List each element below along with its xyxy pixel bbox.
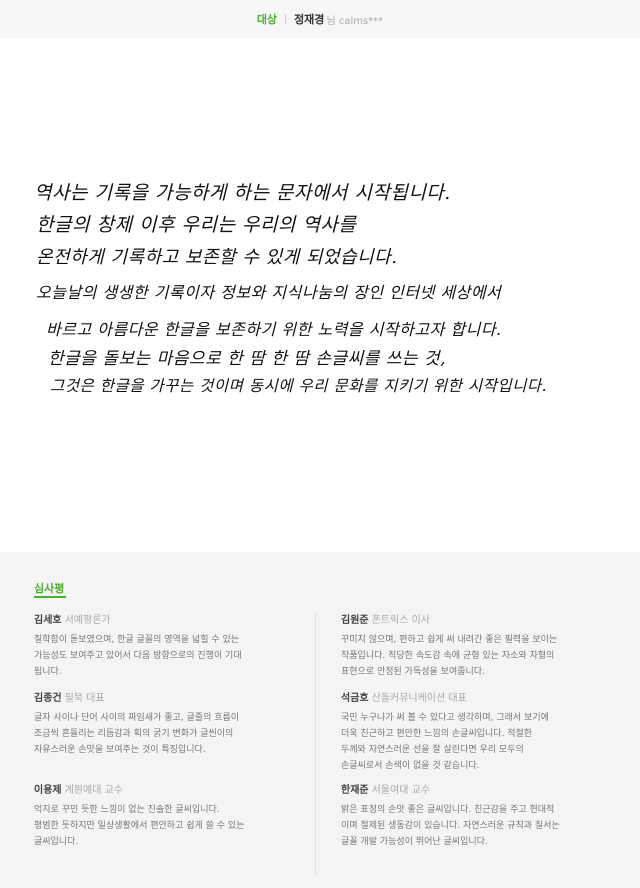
judge-role: 산돌커뮤니케이션 대표 [371,693,467,704]
judge-role: 서울여대 교수 [371,785,430,796]
header-bar: 대상 정재경 님 calms*** [0,0,640,38]
review-title: 심사평 [34,582,65,595]
judge-name: 김원준 [341,615,369,626]
review-text: 이며 절제된 생동감이 있습니다. 자연스러운 규칙과 질서는 [341,821,560,831]
review-text: 글꼴 개발 가능성이 뛰어난 글씨입니다. [341,837,488,847]
handwriting-line: 역사는 기록을 가능하게 하는 문자에서 시작됩니다. [34,182,451,204]
handwriting-panel: 역사는 기록을 가능하게 하는 문자에서 시작됩니다. 한글의 창제 이후 우리… [0,38,640,552]
review-text: 칠학함이 돋보였으며, 한글 글꼴의 영역을 넓힐 수 있는 [34,635,240,645]
award-label: 대상 [256,13,278,26]
judge-role: 폰트릭스 이사 [371,615,430,626]
header-divider [285,14,287,24]
handwriting-line: 오늘날의 생생한 기록이자 정보와 지식나눔의 장인 인터넷 세상에서 [36,283,502,302]
winner-name: 정재경 [294,13,325,26]
judge-role: 서예평론가 [64,615,111,626]
judge-review: 이용제 계원예대 교수 억지로 꾸민 듯한 느낌이 없는 진솔한 글씨입니다. 평… [34,784,284,850]
review-text: 꾸미지 않으며, 편하고 쉽게 써 내려간 좋은 필력을 보이는 [341,635,558,645]
review-title-underline [34,596,66,598]
judge-review: 김종건 필묵 대표 글자 사이나 단어 사이의 짜임새가 좋고, 글줄의 흐름이 … [34,692,284,758]
handwriting-line: 한글의 창제 이후 우리는 우리의 역사를 [36,214,357,236]
judge-name: 이용제 [34,785,62,796]
handwriting-line: 바르고 아름다운 한글을 보존하기 위한 노력을 시작하고자 합니다. [46,320,502,339]
review-text: 글씨입니다. [34,837,79,847]
judge-name: 김종건 [34,693,62,704]
review-text: 국민 누구나가 써 볼 수 있다고 생각하며, 그래서 보기에 [341,713,549,723]
judge-review: 김세호 서예평론가 칠학함이 돋보였으며, 한글 글꼴의 영역을 넓힐 수 있는 … [34,614,284,680]
review-text: 평범한 듯하지만 일상생활에서 편안하고 쉽게 쓸 수 있는 [34,821,245,831]
review-text: 표현으로 안정된 가독성을 보여줍니다. [341,667,485,677]
review-text: 억지로 꾸민 듯한 느낌이 없는 진솔한 글씨입니다. [34,805,220,815]
judge-role: 계원예대 교수 [64,785,123,796]
judge-name: 김세호 [34,615,62,626]
review-text: 가능성도 보여주고 있어서 다음 방향으로의 진행이 기대 [34,651,242,661]
review-text: 두께와 자연스러운 선을 잘 살린다면 우리 모두의 [341,745,524,755]
judge-name: 한재준 [341,785,369,796]
review-text: 밝은 표정의 손맛 좋은 글씨입니다. 친근감을 주고 현대적 [341,805,555,815]
judge-name: 석금호 [341,693,369,704]
review-text: 됩니다. [34,667,62,677]
review-text: 손글씨로서 손색이 없을 것 같습니다. [341,761,480,771]
review-section: 심사평 김세호 서예평론가 칠학함이 돋보였으며, 한글 글꼴의 영역을 넓힐 수… [0,552,640,888]
handwriting-line: 한글을 돌보는 마음으로 한 땀 한 땀 손글씨를 쓰는 것, [48,349,446,369]
handwriting-line: 그것은 한글을 가꾸는 것이며 동시에 우리 문화를 지키기 위한 시작입니다. [50,377,548,395]
judge-role: 필묵 대표 [64,693,105,704]
handwriting-line: 온전하게 기록하고 보존할 수 있게 되었습니다. [36,247,398,268]
judge-review: 김원준 폰트릭스 이사 꾸미지 않으며, 편하고 쉽게 써 내려간 좋은 필력을 … [341,614,591,680]
judge-review: 석금호 산돌커뮤니케이션 대표 국민 누구나가 써 볼 수 있다고 생각하며, 그… [341,692,591,774]
review-text: 자유스러운 손맛을 보여주는 것이 특징입니다. [34,745,206,755]
column-divider [315,614,316,876]
review-text: 글자 사이나 단어 사이의 짜임새가 좋고, 글줄의 흐름이 [34,713,240,723]
review-text: 조금씩 흔들리는 리듬감과 획의 굵기 변화가 글씬이의 [34,729,234,739]
winner-id: 님 calms*** [326,15,384,27]
review-text: 작품입니다. 적당한 속도감 속에 균형 있는 자소와 자형의 [341,651,555,661]
review-text: 더욱 친근하고 편안한 느낌의 손글씨입니다. 적절한 [341,729,533,739]
judge-review: 한재준 서울여대 교수 밝은 표정의 손맛 좋은 글씨입니다. 친근감을 주고 현… [341,784,591,850]
